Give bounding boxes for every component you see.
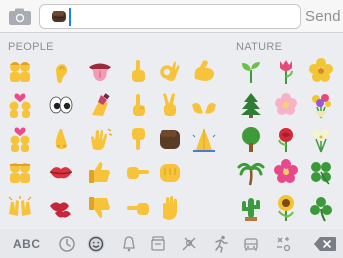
rose-emoji[interactable] (272, 125, 300, 153)
pointing-right-emoji[interactable] (124, 158, 152, 186)
hibiscus-emoji[interactable] (272, 158, 300, 186)
lips-emoji[interactable] (47, 158, 75, 186)
cactus-emoji[interactable] (237, 194, 265, 222)
abc-keyboard-button[interactable]: ABC (13, 237, 41, 251)
deciduous-tree-emoji[interactable] (237, 125, 265, 153)
victory-hand-emoji[interactable] (156, 91, 184, 119)
bouquet-emoji[interactable] (307, 91, 335, 119)
raising-hands-emoji[interactable] (6, 194, 34, 222)
evergreen-tree-emoji[interactable] (237, 91, 265, 119)
two-men-emoji[interactable] (6, 158, 34, 186)
seedling-emoji[interactable] (237, 57, 265, 85)
pointing-up-emoji[interactable] (124, 57, 152, 85)
eyes-emoji[interactable] (47, 91, 75, 119)
message-text-field[interactable] (39, 4, 301, 29)
cherry-blossom-emoji[interactable] (272, 91, 300, 119)
travel-icon[interactable] (179, 234, 199, 254)
kiss-couple-emoji[interactable] (6, 125, 34, 153)
flexed-biceps-emoji[interactable] (190, 57, 218, 85)
waving-hand-emoji[interactable] (86, 125, 114, 153)
thumbs-down-emoji[interactable] (86, 194, 114, 222)
tongue-emoji[interactable] (86, 57, 114, 85)
raised-hand-emoji[interactable] (156, 194, 184, 222)
four-leaf-clover-emoji[interactable] (307, 158, 335, 186)
folded-hands-emoji[interactable] (190, 125, 218, 153)
symbols-icon[interactable] (273, 234, 293, 254)
car-icon[interactable] (241, 234, 261, 254)
text-caret (69, 8, 71, 26)
index-pointing-up-emoji[interactable] (124, 91, 152, 119)
message-input-bar: Send (0, 0, 343, 33)
nail-polish-emoji[interactable] (86, 91, 114, 119)
section-label-people: PEOPLE (8, 41, 54, 53)
bell-icon[interactable] (119, 234, 139, 254)
tulip-emoji[interactable] (272, 57, 300, 85)
pointing-left-emoji[interactable] (124, 194, 152, 222)
open-hands-emoji[interactable] (190, 91, 218, 119)
delete-icon[interactable] (313, 236, 337, 252)
sunflower-emoji[interactable] (272, 194, 300, 222)
recent-icon[interactable] (57, 234, 77, 254)
ok-hand-emoji[interactable] (156, 57, 184, 85)
palm-tree-emoji[interactable] (237, 158, 265, 186)
shamrock-emoji[interactable] (307, 194, 335, 222)
blossom-emoji[interactable] (307, 57, 335, 85)
camera-icon[interactable] (8, 7, 32, 26)
two-women-emoji[interactable] (6, 57, 34, 85)
raised-fist-dark-emoji[interactable] (156, 125, 184, 153)
smiley-icon[interactable] (86, 234, 106, 254)
couple-with-heart-emoji[interactable] (6, 91, 34, 119)
oncoming-fist-emoji[interactable] (156, 158, 184, 186)
fist-dark-skin-emoji (51, 8, 68, 24)
sports-icon[interactable] (211, 234, 231, 254)
kiss-mark-emoji[interactable] (47, 194, 75, 222)
send-button[interactable]: Send (305, 8, 341, 25)
section-label-nature: NATURE (236, 41, 283, 53)
ear-emoji[interactable] (47, 57, 75, 85)
emoji-category-bar: ABC (0, 229, 343, 258)
pointing-down-emoji[interactable] (124, 125, 152, 153)
nose-emoji[interactable] (47, 125, 75, 153)
thumbs-up-emoji[interactable] (86, 158, 114, 186)
bouquet-white-emoji[interactable] (307, 125, 335, 153)
flower-icon[interactable] (148, 234, 168, 254)
